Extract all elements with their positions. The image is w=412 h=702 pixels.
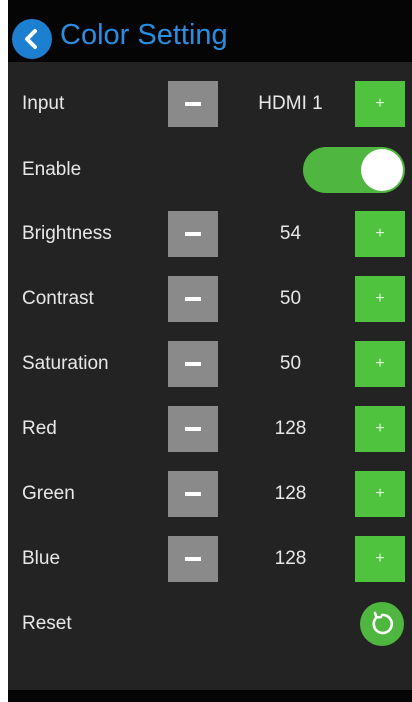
blue-label: Blue	[22, 548, 61, 569]
brightness-decrease-button[interactable]	[168, 211, 218, 257]
input-decrease-button[interactable]	[168, 81, 218, 127]
minus-icon	[185, 297, 201, 301]
saturation-value: 50	[279, 353, 302, 374]
green-increase-button[interactable]: +	[355, 471, 405, 517]
minus-icon	[185, 102, 201, 106]
contrast-label: Contrast	[22, 288, 94, 309]
blue-row: Blue 128 +	[8, 536, 412, 582]
brightness-value: 54	[279, 223, 302, 244]
bottom-bar	[8, 690, 412, 702]
blue-decrease-button[interactable]	[168, 536, 218, 582]
input-value: HDMI 1	[258, 93, 323, 114]
red-value: 128	[274, 418, 307, 439]
back-button[interactable]	[12, 19, 52, 59]
minus-icon	[185, 362, 201, 366]
header-bar: Color Setting	[8, 0, 412, 62]
saturation-row: Saturation 50 +	[8, 341, 412, 387]
enable-label: Enable	[22, 159, 82, 180]
blue-value: 128	[274, 548, 307, 569]
enable-row: Enable	[8, 147, 412, 193]
red-increase-button[interactable]: +	[355, 406, 405, 452]
saturation-increase-button[interactable]: +	[355, 341, 405, 387]
brightness-increase-button[interactable]: +	[355, 211, 405, 257]
contrast-row: Contrast 50 +	[8, 276, 412, 322]
reset-row: Reset	[8, 601, 412, 647]
green-value: 128	[274, 483, 307, 504]
brightness-row: Brightness 54 +	[8, 211, 412, 257]
red-row: Red 128 +	[8, 406, 412, 452]
reset-label: Reset	[22, 613, 72, 634]
minus-icon	[185, 427, 201, 431]
green-row: Green 128 +	[8, 471, 412, 517]
minus-icon	[185, 232, 201, 236]
contrast-value: 50	[279, 288, 302, 309]
toggle-knob	[361, 149, 403, 191]
chevron-left-icon	[25, 29, 37, 49]
enable-toggle[interactable]	[303, 147, 405, 193]
page-title: Color Setting	[60, 19, 228, 51]
brightness-label: Brightness	[22, 223, 112, 244]
contrast-decrease-button[interactable]	[168, 276, 218, 322]
contrast-increase-button[interactable]: +	[355, 276, 405, 322]
green-decrease-button[interactable]	[168, 471, 218, 517]
input-row: Input HDMI 1 +	[8, 81, 412, 127]
green-label: Green	[22, 483, 75, 504]
input-increase-button[interactable]: +	[355, 81, 405, 127]
input-label: Input	[22, 93, 65, 114]
minus-icon	[185, 557, 201, 561]
color-setting-screen: Color Setting Input HDMI 1 + Enable Brig…	[8, 0, 412, 702]
blue-increase-button[interactable]: +	[355, 536, 405, 582]
red-decrease-button[interactable]	[168, 406, 218, 452]
saturation-label: Saturation	[22, 353, 109, 374]
reset-button[interactable]	[360, 602, 404, 646]
saturation-decrease-button[interactable]	[168, 341, 218, 387]
red-label: Red	[22, 418, 57, 439]
minus-icon	[185, 492, 201, 496]
reset-icon	[372, 611, 394, 635]
